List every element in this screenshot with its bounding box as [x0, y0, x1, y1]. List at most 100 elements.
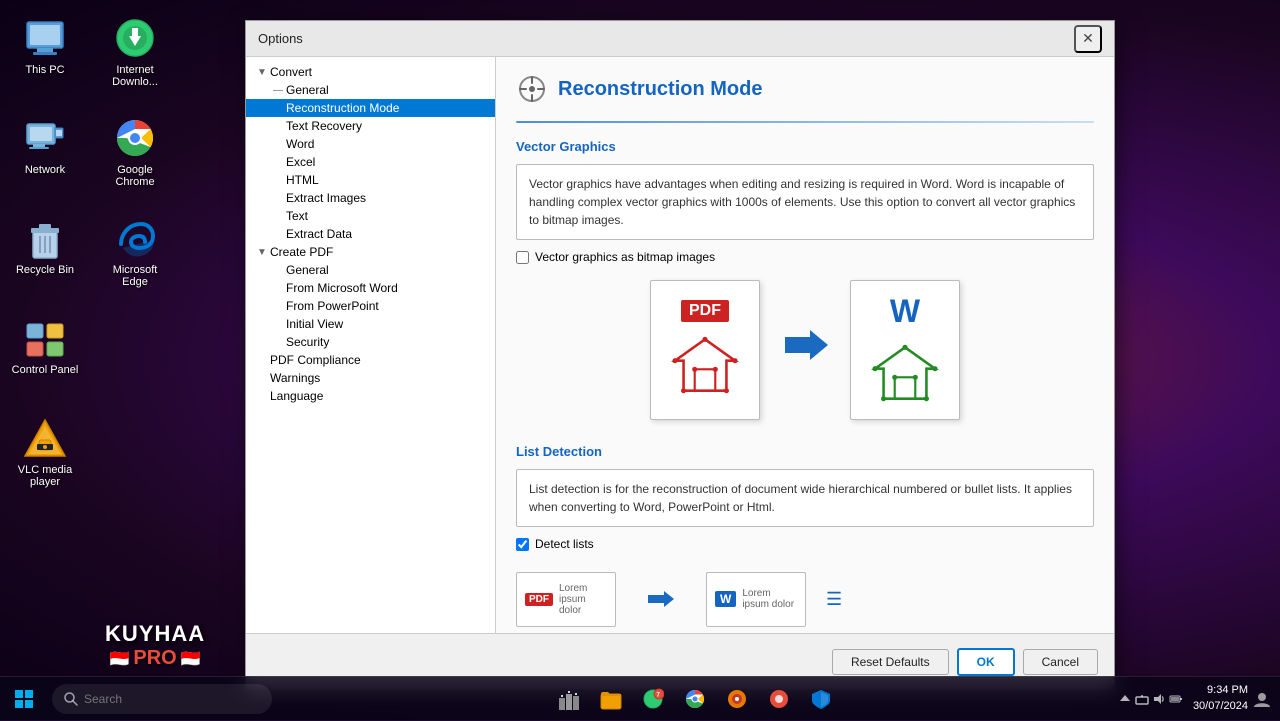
taskbar-date-display: 30/07/2024 — [1193, 699, 1248, 714]
taskbar-search-box[interactable] — [52, 684, 272, 714]
tree-item-security[interactable]: Security — [246, 333, 495, 351]
vector-graphics-checkbox-row: Vector graphics as bitmap images — [516, 250, 1094, 264]
list-detection-title: List Detection — [516, 444, 1094, 459]
cancel-button[interactable]: Cancel — [1023, 649, 1098, 675]
preview-pdf-doc: PDF Lorem ipsum dolor — [516, 572, 616, 627]
create-pdf-label: Create PDF — [270, 245, 333, 259]
kuyhaa-title: KUYHAA — [105, 621, 205, 647]
desktop-icon-internet-download[interactable]: Internet Downlo... — [95, 10, 175, 110]
tree-item-reconstruction-mode[interactable]: Reconstruction Mode — [246, 99, 495, 117]
word-badge: W — [890, 293, 920, 330]
list-detection-checkbox[interactable] — [516, 538, 529, 551]
tree-item-general[interactable]: — General — [246, 81, 495, 99]
tree-item-text-recovery[interactable]: Text Recovery — [246, 117, 495, 135]
google-chrome-label: Google Chrome — [99, 164, 171, 188]
general-expander: — — [270, 85, 286, 96]
initial-view-label: Initial View — [286, 317, 343, 331]
desktop-icon-google-chrome[interactable]: Google Chrome — [95, 110, 175, 210]
google-chrome-icon — [111, 114, 159, 162]
microsoft-edge-label: Microsoft Edge — [99, 264, 171, 288]
general-label: General — [286, 83, 329, 97]
word-doc-box: W — [850, 280, 960, 420]
excel-label: Excel — [286, 155, 315, 169]
desktop-icon-grid: This PC Internet Downlo... — [5, 10, 185, 510]
vector-graphics-checkbox-label[interactable]: Vector graphics as bitmap images — [535, 250, 715, 264]
section-header: Reconstruction Mode — [516, 73, 1094, 105]
pdf-doc-icon-area — [665, 330, 745, 400]
html-label: HTML — [286, 173, 319, 187]
microsoft-edge-icon — [111, 214, 159, 262]
from-powerpoint-expander — [270, 301, 286, 312]
tree-item-language[interactable]: Language — [246, 387, 495, 405]
list-detection-checkbox-row: Detect lists — [516, 537, 1094, 551]
desktop-icon-recycle-bin[interactable]: Recycle Bin — [5, 210, 85, 310]
word-house-svg — [870, 343, 940, 403]
tree-item-pdf-compliance[interactable]: PDF Compliance — [246, 351, 495, 369]
dialog-close-button[interactable]: ✕ — [1074, 25, 1102, 53]
reconstruction-label: Reconstruction Mode — [286, 101, 399, 115]
warnings-label: Warnings — [270, 371, 320, 385]
pdf-compliance-label: PDF Compliance — [270, 353, 361, 367]
content-scroll[interactable]: Reconstruction Mode Vector Graphics Vect… — [496, 57, 1114, 633]
preview-arrow — [636, 589, 686, 609]
taskbar-firefox-icon[interactable] — [719, 681, 755, 717]
tree-item-extract-images[interactable]: Extract Images — [246, 189, 495, 207]
vlc-icon — [21, 414, 69, 462]
section-header-icon — [516, 73, 548, 105]
extract-data-expander — [270, 229, 286, 240]
taskbar-chrome-icon[interactable] — [677, 681, 713, 717]
tree-item-excel[interactable]: Excel — [246, 153, 495, 171]
search-input[interactable] — [84, 692, 244, 706]
desktop: This PC Internet Downlo... — [0, 0, 1280, 720]
recycle-bin-label: Recycle Bin — [16, 264, 74, 276]
start-button[interactable] — [0, 677, 48, 721]
desktop-icon-vlc[interactable]: VLC media player — [5, 410, 85, 510]
vector-graphics-checkbox[interactable] — [516, 251, 529, 264]
this-pc-icon — [21, 14, 69, 62]
options-dialog: Options ✕ Convert — General Reconstructi… — [245, 20, 1115, 690]
from-word-label: From Microsoft Word — [286, 281, 398, 295]
reset-defaults-button[interactable]: Reset Defaults — [832, 649, 949, 675]
content-panel: Reconstruction Mode Vector Graphics Vect… — [496, 57, 1114, 633]
tree-item-word[interactable]: Word — [246, 135, 495, 153]
kuyhaa-logo: KUYHAA 🇮🇩 PRO 🇮🇩 — [105, 621, 205, 670]
desktop-icon-network[interactable]: Network — [5, 110, 85, 210]
vector-graphics-title: Vector Graphics — [516, 139, 1094, 154]
extract-images-label: Extract Images — [286, 191, 366, 205]
tree-item-convert[interactable]: Convert — [246, 63, 495, 81]
tree-item-html[interactable]: HTML — [246, 171, 495, 189]
section-divider — [516, 121, 1094, 123]
taskbar-shield-icon[interactable] — [803, 681, 839, 717]
ok-button[interactable]: OK — [957, 648, 1015, 676]
taskbar-city-icon[interactable] — [551, 681, 587, 717]
taskbar-downloads-icon[interactable]: 7 — [635, 681, 671, 717]
system-tray — [1118, 692, 1183, 706]
security-expander — [270, 337, 286, 348]
pdf-badge: PDF — [681, 300, 729, 322]
this-pc-label: This PC — [25, 64, 64, 76]
tree-item-initial-view[interactable]: Initial View — [246, 315, 495, 333]
tree-item-from-word[interactable]: From Microsoft Word — [246, 279, 495, 297]
tree-item-text[interactable]: Text — [246, 207, 495, 225]
taskbar-user-icon — [1252, 689, 1272, 709]
tray-battery-icon — [1169, 692, 1183, 706]
preview-pdf-badge: PDF — [525, 593, 553, 606]
internet-download-label: Internet Downlo... — [99, 64, 171, 88]
initial-view-expander — [270, 319, 286, 330]
extract-images-expander — [270, 193, 286, 204]
create-pdf-general-expander — [270, 265, 286, 276]
taskbar-right: 9:34 PM 30/07/2024 — [1118, 683, 1280, 714]
desktop-icon-microsoft-edge[interactable]: Microsoft Edge — [95, 210, 175, 310]
tree-item-create-pdf[interactable]: Create PDF — [246, 243, 495, 261]
tree-item-extract-data[interactable]: Extract Data — [246, 225, 495, 243]
list-detection-checkbox-label[interactable]: Detect lists — [535, 537, 594, 551]
tree-item-warnings[interactable]: Warnings — [246, 369, 495, 387]
tree-item-create-pdf-general[interactable]: General — [246, 261, 495, 279]
dialog-body: Convert — General Reconstruction Mode Te… — [246, 57, 1114, 633]
desktop-icon-control-panel[interactable]: Control Panel — [5, 310, 85, 410]
tree-item-from-powerpoint[interactable]: From PowerPoint — [246, 297, 495, 315]
desktop-icon-this-pc[interactable]: This PC — [5, 10, 85, 110]
taskbar-file-manager-icon[interactable] — [593, 681, 629, 717]
taskbar-red-app-icon[interactable] — [761, 681, 797, 717]
kuyhaa-flag-right: 🇮🇩 — [181, 649, 201, 669]
